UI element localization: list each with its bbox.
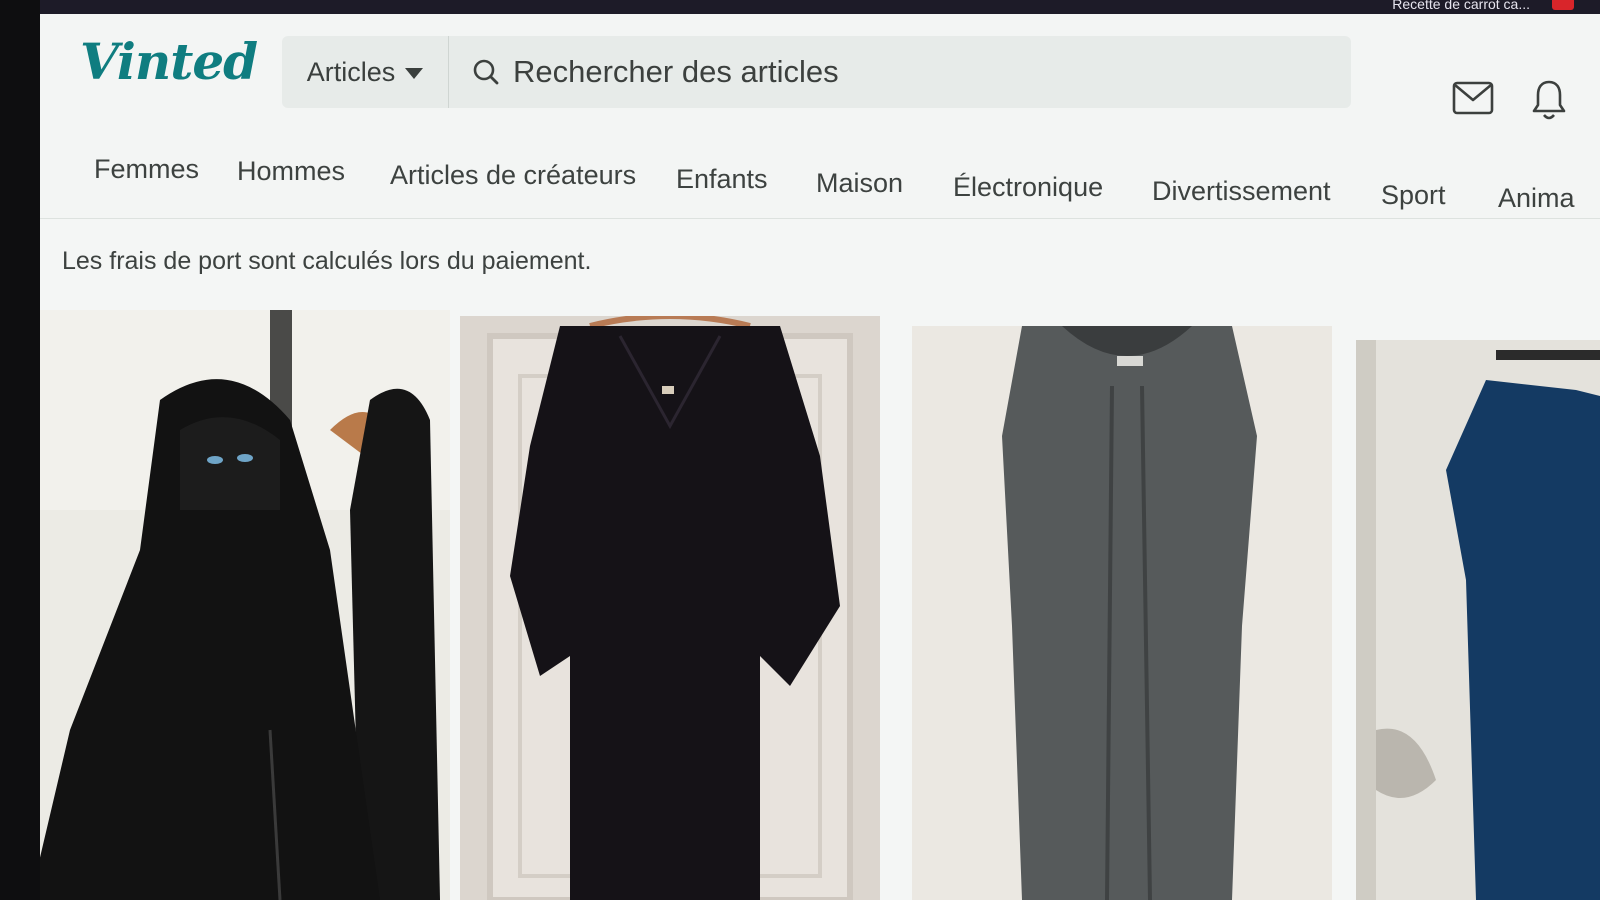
- product-image: [912, 326, 1332, 900]
- product-image: [460, 316, 880, 900]
- youtube-icon[interactable]: [1552, 0, 1574, 10]
- browser-tab-title[interactable]: Recette de carrot ca...: [1392, 0, 1530, 12]
- nav-item-hommes[interactable]: Hommes: [237, 156, 345, 187]
- product-card-1[interactable]: [40, 310, 450, 900]
- nav-item-enfants[interactable]: Enfants: [676, 164, 768, 195]
- nav-item-createurs[interactable]: Articles de créateurs: [390, 160, 636, 191]
- nav-item-animaux[interactable]: Anima: [1498, 183, 1575, 214]
- nav-item-maison[interactable]: Maison: [816, 168, 903, 199]
- nav-item-femmes[interactable]: Femmes: [94, 154, 199, 185]
- category-select-label: Articles: [306, 56, 396, 87]
- screen: Recette de carrot ca... Vinted Articles: [40, 0, 1600, 900]
- product-card-4[interactable]: [1356, 340, 1600, 900]
- nav-item-divertissement[interactable]: Divertissement: [1152, 176, 1331, 207]
- shipping-notice: Les frais de port sont calculés lors du …: [62, 247, 592, 275]
- search-input[interactable]: [511, 53, 1335, 91]
- search-icon: [471, 57, 501, 87]
- nav-item-electronique[interactable]: Électronique: [953, 172, 1103, 203]
- browser-tab-strip: Recette de carrot ca...: [40, 0, 1600, 14]
- bell-icon[interactable]: [1530, 78, 1568, 122]
- chevron-down-icon: [405, 68, 424, 79]
- mail-icon[interactable]: [1452, 80, 1494, 116]
- header: Vinted Articles: [40, 14, 1600, 129]
- product-card-2[interactable]: [460, 316, 880, 900]
- search-box[interactable]: [449, 36, 1351, 108]
- category-nav: Femmes Hommes Articles de créateurs Enfa…: [40, 128, 1600, 219]
- nav-item-sport[interactable]: Sport: [1381, 180, 1446, 211]
- product-card-3[interactable]: [912, 326, 1332, 900]
- category-select[interactable]: Articles: [282, 36, 449, 108]
- vinted-logo[interactable]: Vinted: [80, 32, 258, 91]
- product-image: [1356, 340, 1600, 900]
- product-image: [40, 310, 450, 900]
